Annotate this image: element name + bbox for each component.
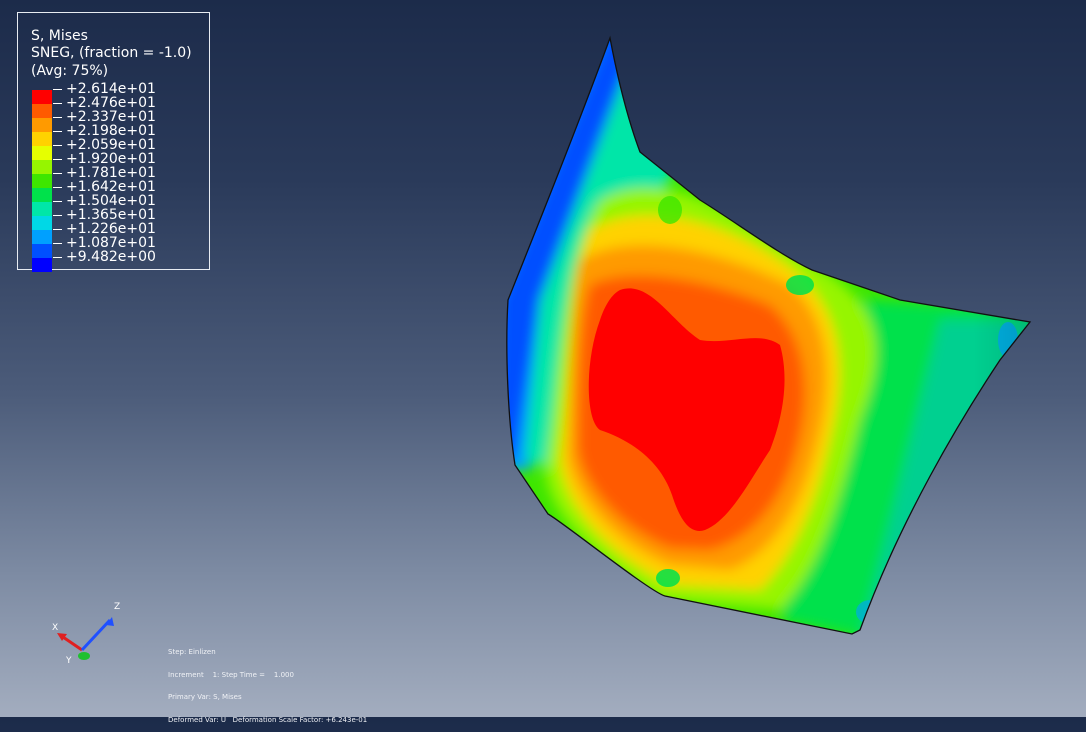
triad-x-label: X [52, 623, 58, 633]
info-step: Step: Einlizen [168, 648, 216, 656]
triad-y-label: Y [65, 656, 72, 666]
stress-contour-part[interactable] [480, 20, 1060, 660]
surface-shading [506, 38, 1030, 634]
triad-z-label: Z [114, 602, 120, 612]
viewport-canvas[interactable] [0, 0, 1086, 717]
info-increment: Increment 1: Step Time = 1.000 [168, 670, 294, 679]
info-primary-var: Primary Var: S, Mises [168, 693, 242, 701]
triad-y-axis-marker [78, 652, 90, 660]
triad-z-axis [80, 618, 112, 652]
view-triad[interactable]: X Y Z [40, 595, 140, 675]
info-deformed-var: Deformed Var: U Deformation Scale Factor… [168, 715, 368, 724]
